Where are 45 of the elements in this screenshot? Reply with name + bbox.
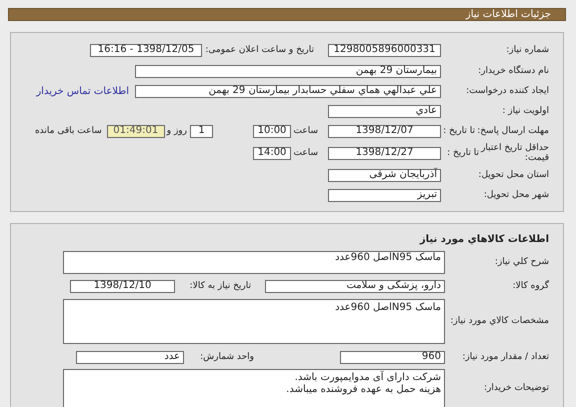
field-label: ساعت باقی مانده (34, 126, 102, 136)
field-label: نام دستگاه خریدار: (477, 66, 550, 76)
field-label: اولویت نیاز : (501, 106, 550, 116)
field-label: ایجاد کننده درخواست: (465, 86, 550, 96)
field-label: شهر محل تحویل: (482, 190, 550, 200)
need-number-field: 1298005896000331 (328, 44, 441, 56)
priority-field: عادي (328, 104, 441, 118)
price-validity-time-field: 14:00 (253, 146, 291, 160)
field-label: ساعت (292, 126, 318, 136)
field-label: تا تاریخ : (446, 148, 479, 158)
field-label: تاریخ نیاز به کالا: (188, 280, 252, 292)
buyer-notes-field: شرکت دارای آی مدوایمپورت باشد. هزینه حمل به عهده فروشنده میباشد. (63, 369, 445, 407)
goods-group-field: دارو، پزشکی و سلامت (265, 280, 445, 292)
city-field: تبریز (328, 188, 441, 202)
need-date-field: 1398/12/10 (70, 280, 175, 292)
section-title: اطلاعات کالاهاي مورد نیاز (420, 233, 550, 247)
field-label: مشخصات کالاي مورد نیاز: (451, 316, 550, 326)
buyer-contact-link[interactable]: اطلاعات تماس خریدار (36, 86, 129, 96)
field-label: مهلت ارسال پاسخ: (476, 126, 550, 136)
field-label: استان محل تحویل: (477, 170, 550, 180)
field-label: شرح کلي نیاز: (494, 256, 550, 268)
field-label: گروه کالا: (512, 280, 550, 292)
specs-field: ماسک N95اصل 960عدد (63, 298, 445, 344)
buyer-org-field: بیمارستان 29 بهمن (135, 64, 441, 78)
field-label: توضیحات خریدار: (482, 382, 550, 394)
announce-date-field: 1398/12/05 - 16:16 (90, 44, 202, 56)
quantity-field: 960 (340, 350, 445, 364)
field-label: تاریخ و ساعت اعلان عمومی: (208, 44, 315, 56)
field-label: روز و (166, 126, 187, 136)
description-field: ماسک N95اصل 960عدد (63, 250, 445, 274)
deadline-date-field: 1398/12/07 (328, 124, 441, 138)
field-label: تا تاریخ : (442, 126, 475, 136)
field-label: تعداد / مقدار مورد نیاز: (461, 352, 550, 362)
page-title: جزئیات اطلاعات نیاز (466, 9, 551, 20)
field-label: حداقل تاریخ اعتبار قیمت: (480, 142, 550, 164)
field-label: ساعت (292, 148, 318, 158)
province-field: آذربایجان شرقی (328, 168, 441, 182)
field-label: واحد شمارش: (199, 352, 255, 362)
price-validity-date-field: 1398/12/27 (328, 146, 441, 160)
days-field: 1 (190, 124, 213, 138)
field-label: شماره نیاز: (505, 44, 550, 56)
remaining-time-field: 01:49:01 (106, 124, 165, 138)
deadline-time-field: 10:00 (253, 124, 291, 138)
unit-field: عدد (76, 350, 184, 364)
creator-field: علي عبدالهي هماي سفلي حسابدار بیمارستان 29 بهمن (135, 84, 441, 98)
